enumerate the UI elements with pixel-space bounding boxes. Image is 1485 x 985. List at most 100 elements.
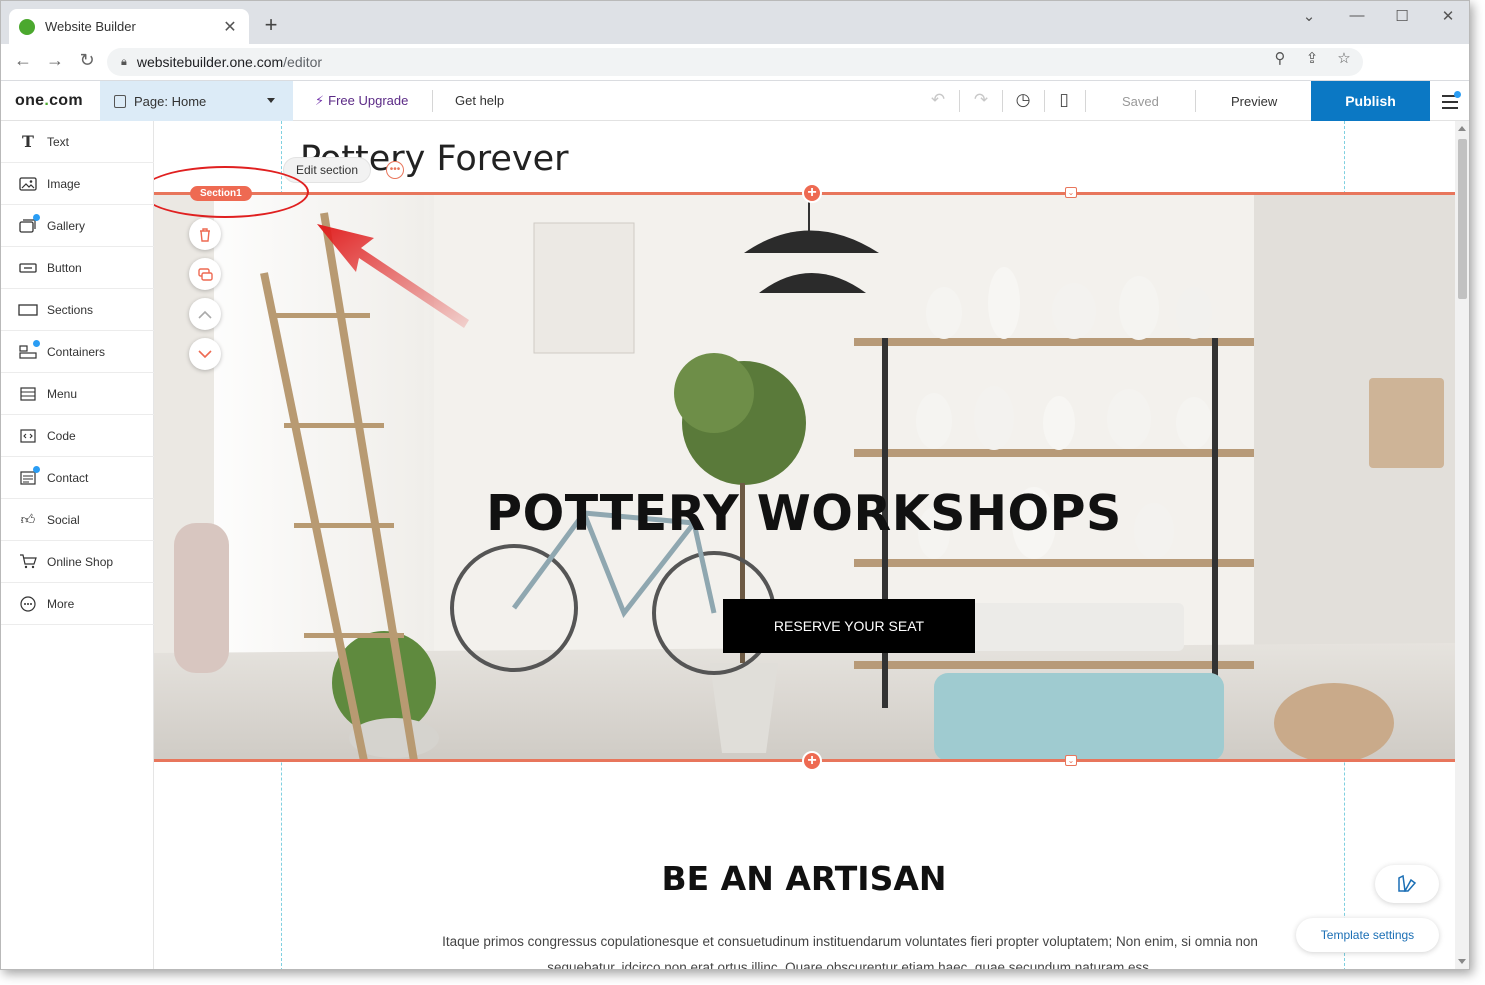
template-settings-button[interactable]: Template settings (1296, 918, 1439, 952)
delete-section-button[interactable] (189, 218, 221, 250)
palette-icon (1397, 875, 1417, 893)
free-upgrade-link[interactable]: ⚡︎Free Upgrade (315, 93, 408, 109)
browser-window: Website Builder ✕ + ⌄ — ☐ ✕ ← → ↻ 🔒︎ web… (0, 0, 1470, 970)
components-sidebar: T Text Image Gallery Button Sections Con… (1, 121, 154, 970)
redo-icon[interactable]: ↷ (970, 90, 992, 110)
divider (1044, 90, 1045, 112)
sidebar-item-label: Online Shop (47, 555, 113, 569)
duplicate-section-button[interactable] (189, 258, 221, 290)
sidebar-item-text[interactable]: T Text (1, 121, 154, 163)
gallery-icon (18, 218, 38, 234)
button-icon (18, 260, 38, 276)
sidebar-item-more[interactable]: More (1, 583, 154, 625)
annotation-arrow (304, 216, 504, 376)
sidebar-item-label: Social (47, 513, 80, 527)
page-prefix: Page: (134, 94, 168, 109)
hero-title[interactable]: POTTERY WORKSHOPS (154, 485, 1455, 542)
scroll-thumb[interactable] (1458, 139, 1467, 299)
sidebar-item-image[interactable]: Image (1, 163, 154, 205)
sidebar-item-contact[interactable]: Contact (1, 457, 154, 499)
collapse-chevron-icon[interactable]: ⌄ (1065, 755, 1077, 766)
tab-title: Website Builder (45, 19, 221, 34)
image-icon (18, 176, 38, 192)
address-bar[interactable]: 🔒︎ websitebuilder.one.com/editor (107, 48, 1363, 76)
back-icon[interactable]: ← (11, 50, 35, 71)
hamburger-menu-icon[interactable] (1442, 95, 1458, 109)
code-icon (18, 428, 38, 444)
tab-search-icon[interactable]: ⌄ (1294, 7, 1324, 25)
browser-tab[interactable]: Website Builder ✕ (9, 9, 249, 44)
divider (1002, 90, 1003, 112)
tab-strip: Website Builder ✕ + ⌄ — ☐ ✕ (1, 1, 1469, 44)
divider (432, 90, 433, 112)
divider (959, 90, 960, 112)
sidebar-item-label: Image (47, 177, 80, 191)
sidebar-item-online-shop[interactable]: Online Shop (1, 541, 154, 583)
sidebar-item-button[interactable]: Button (1, 247, 154, 289)
add-section-below-button[interactable]: + (802, 751, 822, 771)
reserve-seat-button[interactable]: RESERVE YOUR SEAT (723, 599, 975, 653)
publish-button[interactable]: Publish (1311, 81, 1430, 121)
bolt-icon: ⚡︎ (315, 93, 324, 108)
preview-button[interactable]: Preview (1231, 94, 1277, 109)
sidebar-item-label: Menu (47, 387, 77, 401)
sidebar-item-label: Contact (47, 471, 88, 485)
text-icon: T (18, 134, 38, 150)
sidebar-item-containers[interactable]: Containers (1, 331, 154, 373)
sidebar-item-label: Text (47, 135, 69, 149)
sidebar-item-menu[interactable]: Menu (1, 373, 154, 415)
contact-icon (18, 470, 38, 486)
new-tab-button[interactable]: + (259, 13, 283, 37)
containers-icon (18, 344, 38, 360)
bookmark-star-icon[interactable]: ☆ (1334, 49, 1354, 67)
sections-icon (18, 302, 38, 318)
get-help-link[interactable]: Get help (455, 93, 504, 108)
sidebar-item-label: Sections (47, 303, 93, 317)
reload-icon[interactable]: ↻ (75, 50, 99, 71)
saved-status: Saved (1122, 94, 1159, 109)
mobile-view-icon[interactable]: ▯ (1053, 90, 1075, 110)
editor-canvas: Pottery Forever Edit section ••• (154, 121, 1455, 970)
move-section-down-button[interactable] (189, 338, 221, 370)
history-icon[interactable]: ◷ (1012, 90, 1034, 110)
one-com-logo: one.com (15, 92, 83, 110)
forward-icon[interactable]: → (43, 50, 67, 71)
new-badge (33, 466, 40, 473)
more-options-icon[interactable]: ••• (386, 161, 404, 179)
new-badge (33, 340, 40, 347)
share-icon[interactable]: ⇪ (1302, 49, 1322, 67)
scroll-up-arrow[interactable] (1458, 126, 1466, 131)
close-tab-icon[interactable]: ✕ (221, 17, 239, 37)
social-icon: 👍︎ (18, 512, 38, 528)
page-name: Home (172, 94, 207, 109)
zoom-icon[interactable]: ⚲ (1270, 49, 1290, 67)
section-heading[interactable]: BE AN ARTISAN (154, 859, 1455, 898)
divider (1195, 90, 1196, 112)
maximize-button[interactable]: ☐ (1387, 7, 1417, 25)
add-section-above-button[interactable]: + (802, 183, 822, 203)
canvas-scrollbar[interactable] (1455, 121, 1470, 970)
browser-toolbar: ← → ↻ 🔒︎ websitebuilder.one.com/editor ⚲… (1, 44, 1469, 81)
sidebar-item-code[interactable]: Code (1, 415, 154, 457)
chevron-down-icon (267, 98, 275, 103)
new-badge (33, 214, 40, 221)
sidebar-item-sections[interactable]: Sections (1, 289, 154, 331)
minimize-button[interactable]: — (1342, 7, 1372, 24)
scroll-down-arrow[interactable] (1458, 959, 1466, 964)
divider (1085, 90, 1086, 112)
sidebar-item-label: Button (47, 261, 82, 275)
body-paragraph[interactable]: Itaque primos congressus copulationesque… (422, 929, 1278, 970)
move-section-up-button[interactable] (189, 298, 221, 330)
sidebar-item-social[interactable]: 👍︎ Social (1, 499, 154, 541)
collapse-chevron-icon[interactable]: ⌄ (1065, 187, 1077, 198)
sidebar-item-label: More (47, 597, 74, 611)
close-window-button[interactable]: ✕ (1433, 7, 1463, 25)
page-selector[interactable]: Page: Home (100, 81, 293, 121)
design-settings-button[interactable] (1375, 865, 1439, 903)
sidebar-item-gallery[interactable]: Gallery (1, 205, 154, 247)
sidebar-item-label: Gallery (47, 219, 85, 233)
notification-dot (1454, 91, 1461, 98)
undo-icon[interactable]: ↶ (927, 90, 949, 110)
more-icon (18, 596, 38, 612)
url-text: websitebuilder.one.com/editor (137, 54, 322, 70)
